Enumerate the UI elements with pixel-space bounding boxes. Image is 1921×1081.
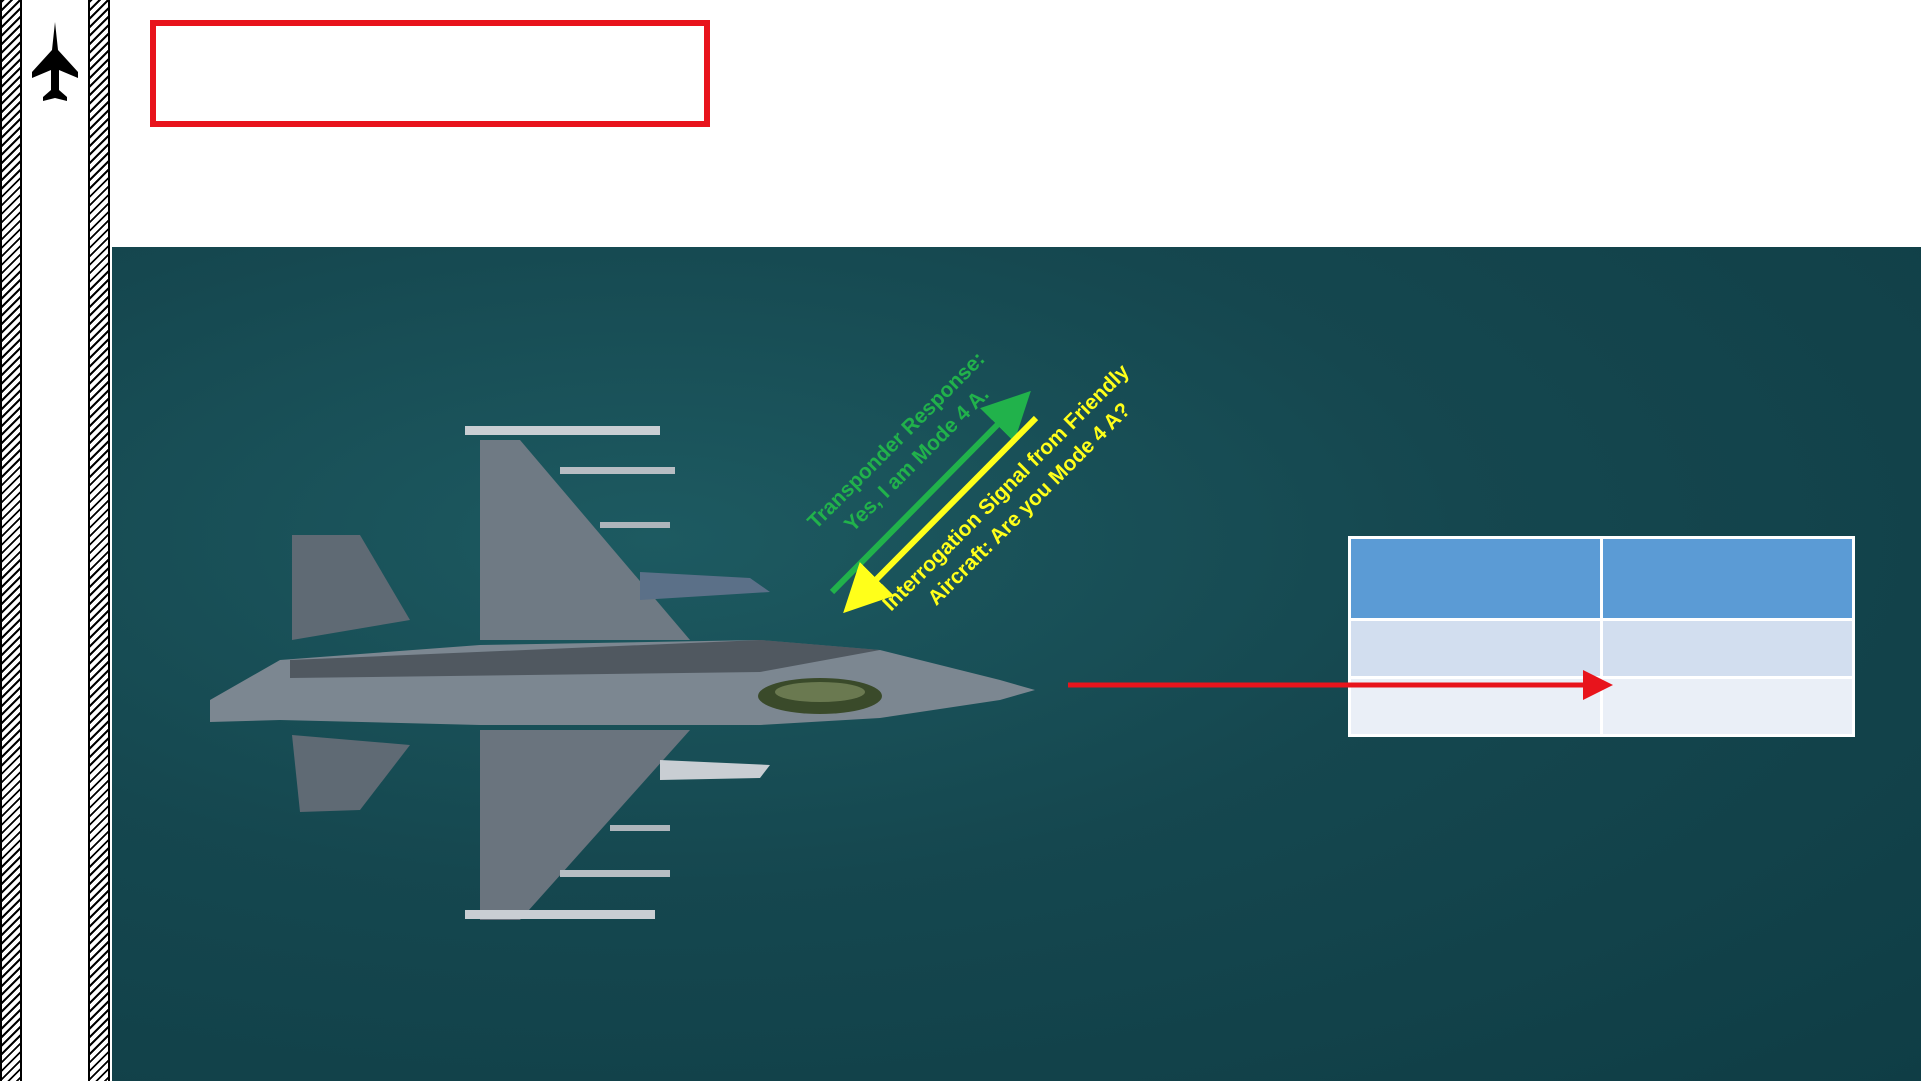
transponder-label-line1: Transponder Response: bbox=[803, 347, 989, 533]
scene-overlay: Transponder Response: Yes, I am Mode 4 A… bbox=[210, 347, 1613, 920]
f16-aircraft-image bbox=[210, 426, 1035, 920]
interrogation-label-line1: Interrogation Signal from Friendly bbox=[878, 360, 1134, 616]
